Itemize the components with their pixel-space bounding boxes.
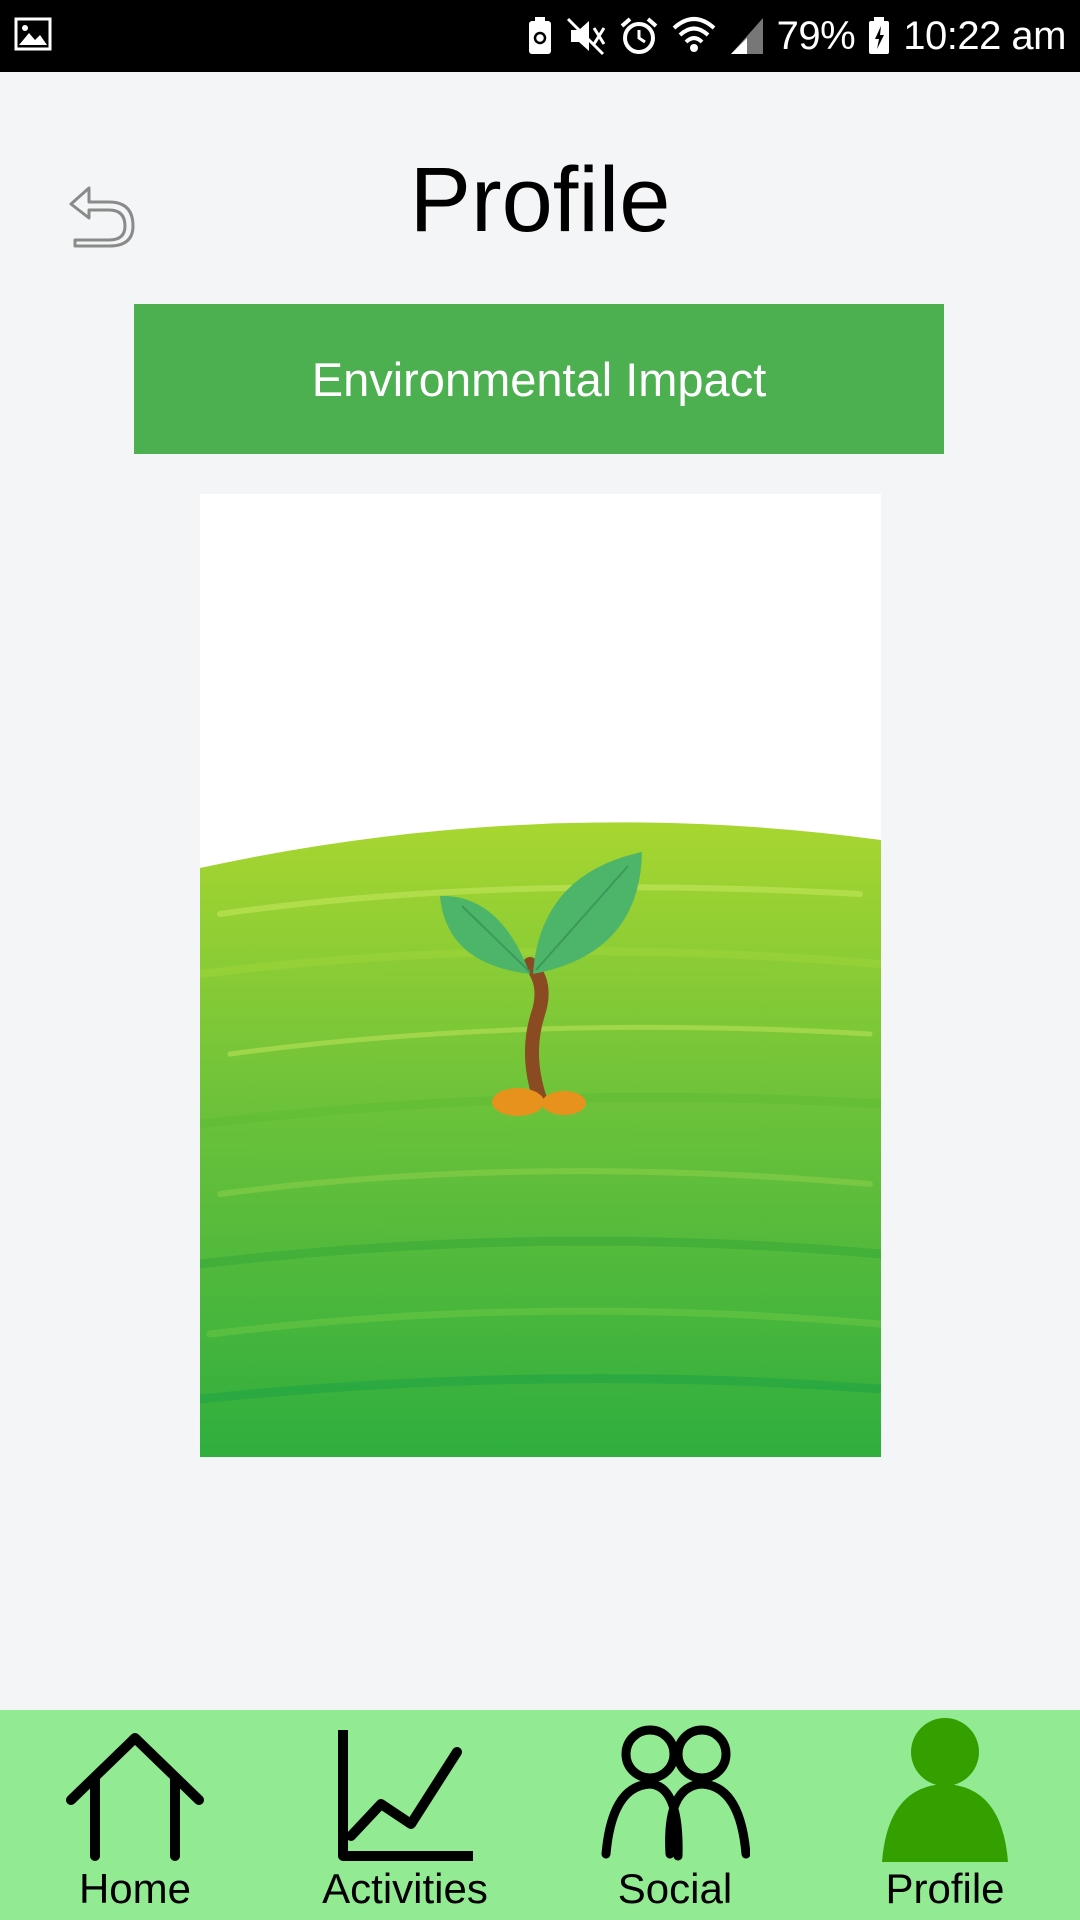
status-right: 79% 10:22 am (527, 16, 1066, 56)
home-icon (65, 1714, 205, 1862)
page-title: Profile (409, 149, 671, 251)
impact-illustration (200, 494, 881, 1457)
nav-item-profile[interactable]: Profile (810, 1710, 1080, 1920)
bottom-nav: Home Activities Social Profile (0, 1710, 1080, 1920)
clock: 10:22 am (903, 14, 1066, 58)
gallery-icon (14, 17, 52, 56)
chart-icon (335, 1714, 475, 1862)
signal-icon (729, 16, 765, 56)
nav-label-profile: Profile (885, 1865, 1005, 1912)
battery-icon (867, 16, 891, 56)
status-left (14, 17, 52, 56)
alarm-icon (619, 16, 659, 56)
battery-percent: 79% (776, 14, 856, 58)
people-icon (600, 1714, 750, 1862)
grass-hill (200, 822, 881, 1457)
nav-item-home[interactable]: Home (0, 1710, 270, 1920)
status-bar: 79% 10:22 am (0, 0, 1080, 72)
vibrate-mute-icon (565, 16, 607, 56)
nav-label-activities: Activities (322, 1865, 488, 1912)
nav-label-social: Social (617, 1865, 733, 1912)
battery-saver-icon (527, 16, 553, 56)
app-root: 79% 10:22 am Profile Environmental Impac… (0, 0, 1080, 1920)
nav-item-social[interactable]: Social (540, 1710, 810, 1920)
person-icon (880, 1714, 1010, 1862)
nav-label-home: Home (78, 1865, 192, 1912)
wifi-icon (671, 16, 717, 56)
nav-item-activities[interactable]: Activities (270, 1710, 540, 1920)
environmental-impact-button[interactable]: Environmental Impact (134, 304, 944, 454)
